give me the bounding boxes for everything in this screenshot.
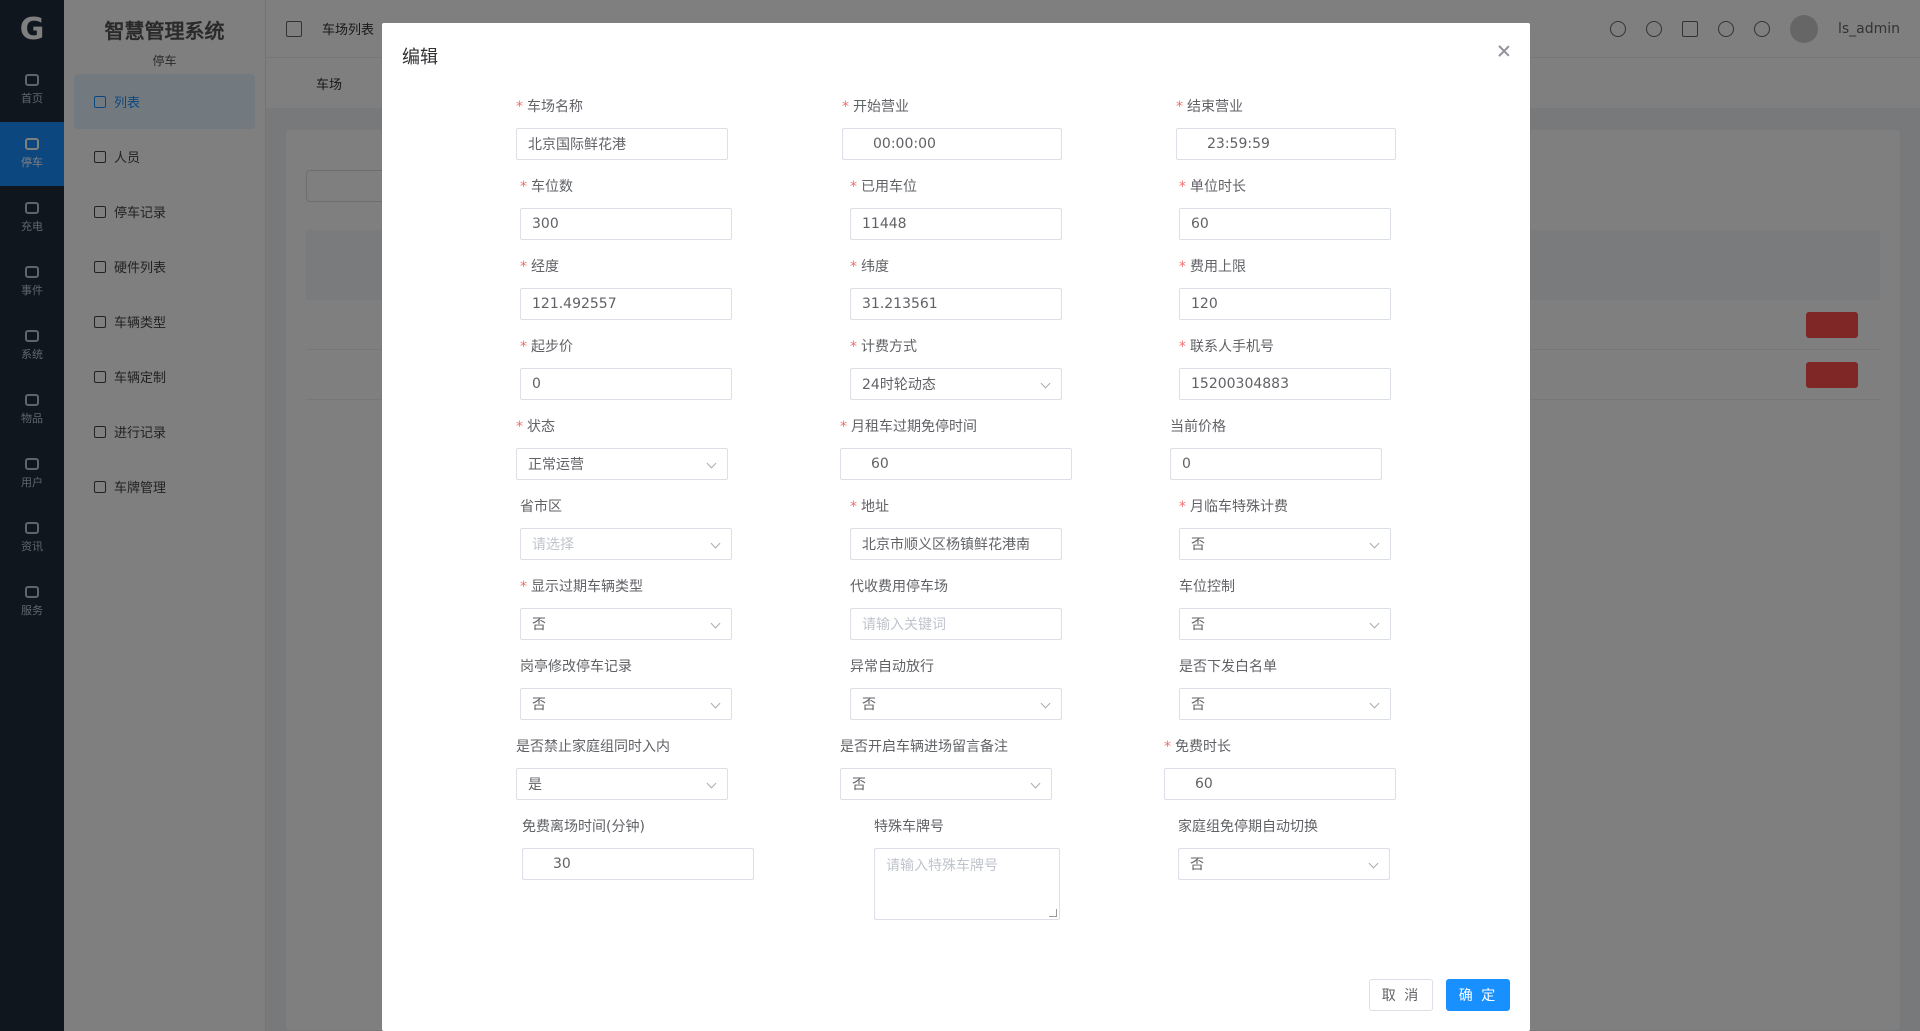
show-expired-type-field: * 显示过期车辆类型 否 [520,576,732,640]
edit-dialog: 编辑 * 车场名称 北京国际鲜花港 * 开始营业 00:00:00 * 结束营业 23… [382,23,1530,1031]
monthly-free-time-input[interactable]: 60 [840,448,1072,480]
open-time-picker[interactable]: 00:00:00 [842,128,1062,160]
whitelist-field: 是否下发白名单 否 [1179,656,1391,720]
status-field: * 状态 正常运营 [516,416,728,480]
current-price-field: 当前价格 0 [1170,416,1382,480]
chevron-down-icon [1040,698,1051,709]
unit-duration-input[interactable]: 60 [1179,208,1391,240]
chevron-down-icon [1040,378,1051,389]
spaces-field: * 车位数 300 [520,176,732,240]
free-leave-input[interactable]: 30 [522,848,754,880]
chevron-down-icon [1369,618,1380,629]
dialog-title: 编辑 [402,47,438,68]
address-input[interactable]: 北京市顺义区杨镇鲜花港南 [850,528,1062,560]
chevron-down-icon [1369,698,1380,709]
address-field: * 地址 北京市顺义区杨镇鲜花港南 [850,496,1062,560]
region-select[interactable]: 请选择 [520,528,732,560]
start-price-field: * 起步价 0 [520,336,732,400]
region-field: 省市区 请选择 [520,496,732,560]
space-control-select[interactable]: 否 [1179,608,1391,640]
chevron-down-icon [1030,778,1041,789]
fee-cap-field: * 费用上限 120 [1179,256,1391,320]
chevron-down-icon [1368,858,1379,869]
chevron-down-icon [706,778,717,789]
confirm-button[interactable]: 确 定 [1446,979,1510,1011]
auto-release-select[interactable]: 否 [850,688,1062,720]
entry-remark-select[interactable]: 否 [840,768,1052,800]
auto-release-field: 异常自动放行 否 [850,656,1062,720]
family-auto-switch-select[interactable]: 否 [1178,848,1390,880]
booth-edit-record-select[interactable]: 否 [520,688,732,720]
close-icon[interactable] [1496,43,1512,59]
longitude-field: * 经度 121.492557 [520,256,732,320]
special-plate-field: 特殊车牌号 请输入特殊车牌号 [874,816,1060,920]
billing-mode-field: * 计费方式 24时轮动态 [850,336,1062,400]
used-spaces-input[interactable]: 11448 [850,208,1062,240]
family-forbid-select[interactable]: 是 [516,768,728,800]
unit-duration-field: * 单位时长 60 [1179,176,1391,240]
special-plate-textarea[interactable]: 请输入特殊车牌号 [874,848,1060,920]
family-forbid-field: 是否禁止家庭组同时入内 是 [516,736,728,800]
close-time-field: * 结束营业 23:59:59 [1176,96,1396,160]
free-leave-field: 免费离场时间(分钟) 30 [522,816,754,880]
latitude-input[interactable]: 31.213561 [850,288,1062,320]
contact-phone-field: * 联系人手机号 15200304883 [1179,336,1391,400]
billing-mode-select[interactable]: 24时轮动态 [850,368,1062,400]
family-auto-switch-field: 家庭组免停期自动切换 否 [1178,816,1390,880]
free-duration-input[interactable]: 60 [1164,768,1396,800]
monthly-special-fee-field: * 月临车特殊计费 否 [1179,496,1391,560]
used-spaces-field: * 已用车位 11448 [850,176,1062,240]
monthly-special-fee-select[interactable]: 否 [1179,528,1391,560]
current-price-input[interactable]: 0 [1170,448,1382,480]
free-duration-field: * 免费时长 60 [1164,736,1396,800]
chevron-down-icon [710,698,721,709]
collect-fee-lot-input[interactable]: 请输入关键词 [850,608,1062,640]
collect-fee-lot-field: 代收费用停车场 请输入关键词 [850,576,1062,640]
show-expired-type-select[interactable]: 否 [520,608,732,640]
status-select[interactable]: 正常运营 [516,448,728,480]
whitelist-select[interactable]: 否 [1179,688,1391,720]
spaces-input[interactable]: 300 [520,208,732,240]
longitude-input[interactable]: 121.492557 [520,288,732,320]
fee-cap-input[interactable]: 120 [1179,288,1391,320]
parking-name-input[interactable]: 北京国际鲜花港 [516,128,728,160]
contact-phone-input[interactable]: 15200304883 [1179,368,1391,400]
chevron-down-icon [1369,538,1380,549]
entry-remark-field: 是否开启车辆进场留言备注 否 [840,736,1052,800]
close-time-picker[interactable]: 23:59:59 [1176,128,1396,160]
chevron-down-icon [706,458,717,469]
cancel-button[interactable]: 取 消 [1369,979,1433,1011]
booth-edit-record-field: 岗亭修改停车记录 否 [520,656,732,720]
parking-name-field: * 车场名称 北京国际鲜花港 [516,96,728,160]
resize-handle-icon[interactable] [1049,909,1057,917]
chevron-down-icon [710,538,721,549]
open-time-field: * 开始营业 00:00:00 [842,96,1062,160]
monthly-free-time-field: * 月租车过期免停时间 60 [840,416,1072,480]
latitude-field: * 纬度 31.213561 [850,256,1062,320]
space-control-field: 车位控制 否 [1179,576,1391,640]
chevron-down-icon [710,618,721,629]
start-price-input[interactable]: 0 [520,368,732,400]
